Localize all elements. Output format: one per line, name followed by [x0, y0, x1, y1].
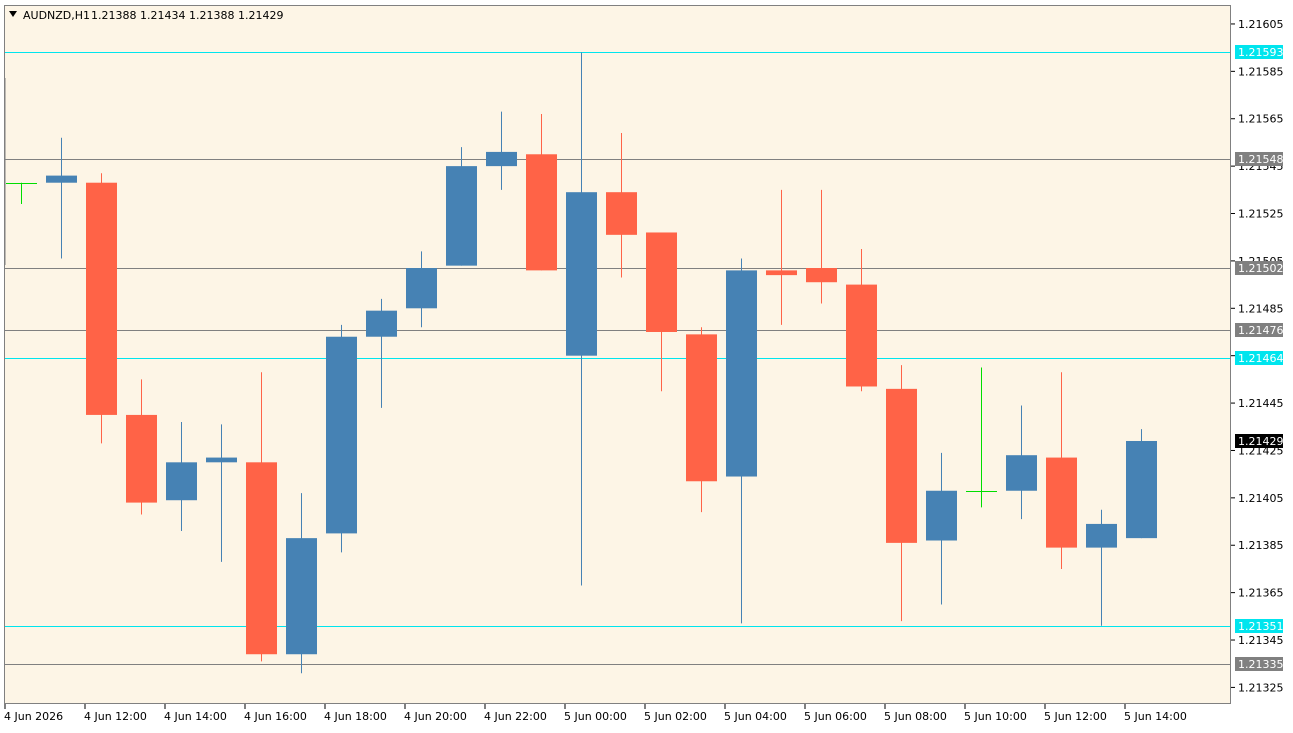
x-tick-label: 5 Jun 04:00 [724, 710, 787, 723]
x-tick-label: 5 Jun 08:00 [884, 710, 947, 723]
y-tick-label: 1.21445 [1238, 397, 1284, 410]
candle [86, 173, 117, 444]
y-tick-label: 1.21485 [1238, 302, 1284, 315]
candle-body [1006, 455, 1037, 491]
plot-area[interactable] [4, 5, 1231, 704]
candle-body [86, 182, 117, 415]
x-tick-label: 5 Jun 00:00 [564, 710, 627, 723]
y-tick-label: 1.21405 [1238, 492, 1284, 505]
candle-body [1126, 440, 1157, 539]
candle-body [526, 154, 557, 271]
x-tick-label: 5 Jun 10:00 [964, 710, 1027, 723]
x-tick-label: 4 Jun 20:00 [404, 710, 467, 723]
y-tick-label: 1.21605 [1238, 18, 1284, 31]
x-tick-label: 4 Jun 16:00 [244, 710, 307, 723]
candle-body [686, 334, 717, 482]
x-tick-label: 4 Jun 2026 [4, 710, 63, 723]
x-tick-label: 5 Jun 12:00 [1044, 710, 1107, 723]
candle-body [126, 414, 157, 503]
level-tag-gray: 1.21476 [1238, 324, 1284, 337]
candle-body [406, 268, 437, 309]
y-tick-label: 1.21385 [1238, 539, 1284, 552]
y-tick-label: 1.21365 [1238, 587, 1284, 600]
candle-body [166, 462, 197, 501]
time-axis[interactable]: 4 Jun 2026 4 Jun 12:00 4 Jun 14:00 4 Jun 16… [4, 704, 1187, 723]
candle-body [1086, 523, 1117, 548]
level-tag-gray: 1.21502 [1238, 262, 1284, 275]
candle-body [846, 284, 877, 387]
y-tick-label: 1.21325 [1238, 681, 1284, 694]
candle-body [486, 151, 517, 167]
ohlc-values: 1.21388 1.21434 1.21388 1.21429 [91, 9, 283, 22]
candle-body [726, 270, 757, 477]
candle-body [606, 192, 637, 235]
level-tag-gray: 1.21548 [1238, 153, 1284, 166]
x-tick-label: 4 Jun 14:00 [164, 710, 227, 723]
y-tick-label: 1.21525 [1238, 208, 1284, 221]
candle-body [806, 268, 837, 283]
candle-body [326, 336, 357, 534]
candle-body [566, 192, 597, 356]
candle-body [46, 175, 77, 183]
candle-body [886, 388, 917, 543]
candle-body [766, 270, 797, 276]
x-tick-label: 4 Jun 22:00 [484, 710, 547, 723]
level-tag-cyan: 1.21464 [1238, 352, 1284, 365]
current-price-tag: 1.21429 [1238, 435, 1284, 448]
chart-window[interactable]: 1.216051.215851.215651.215451.215251.215… [0, 0, 1293, 733]
level-tag-gray: 1.21335 [1238, 658, 1284, 671]
y-tick-label: 1.21565 [1238, 113, 1284, 126]
level-tag-cyan: 1.21593 [1238, 46, 1284, 59]
chart-title: AUDNZD,H1 1.21388 1.21434 1.21388 1.2142… [9, 9, 283, 22]
y-tick-label: 1.21585 [1238, 65, 1284, 78]
candle-body [206, 457, 237, 463]
y-tick-label: 1.21345 [1238, 634, 1284, 647]
x-tick-label: 5 Jun 02:00 [644, 710, 707, 723]
candle-body [246, 462, 277, 655]
symbol-label: AUDNZD,H1 [23, 9, 90, 22]
candle-body [646, 232, 677, 332]
x-tick-label: 5 Jun 06:00 [804, 710, 867, 723]
candle [326, 324, 357, 553]
price-chart[interactable]: 1.216051.215851.215651.215451.215251.215… [0, 0, 1293, 733]
candle [1126, 429, 1157, 539]
price-tags: 1.21593 1.21548 1.21502 1.21476 1.21464 1.213… [1235, 45, 1284, 671]
candle-body [366, 310, 397, 337]
candle-body [926, 490, 957, 541]
candle-body [446, 166, 477, 266]
level-tag-cyan: 1.21351 [1238, 620, 1284, 633]
x-tick-label: 4 Jun 12:00 [84, 710, 147, 723]
candle-body [1046, 457, 1077, 548]
x-tick-label: 5 Jun 14:00 [1124, 710, 1187, 723]
candle-body [286, 538, 317, 655]
x-tick-label: 4 Jun 18:00 [324, 710, 387, 723]
